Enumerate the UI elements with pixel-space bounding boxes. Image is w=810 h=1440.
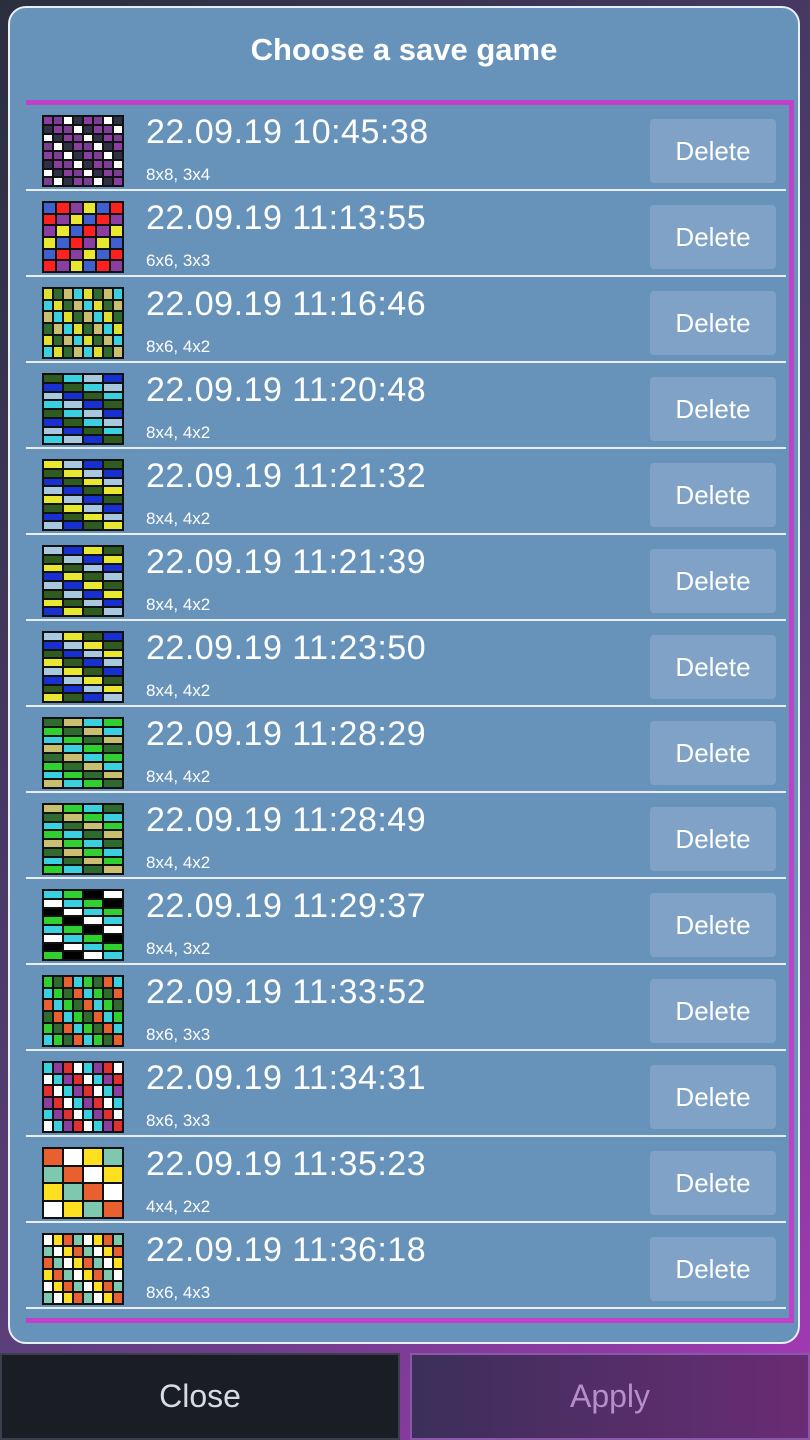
board-thumbnail-icon xyxy=(42,717,124,789)
board-thumbnail-icon xyxy=(42,1061,124,1133)
save-game-row[interactable]: 22.09.19 11:16:46 8x6, 4x2 Delete xyxy=(26,277,786,363)
delete-button[interactable]: Delete xyxy=(650,377,776,441)
board-thumbnail-icon xyxy=(42,1147,124,1219)
save-board-size: 4x4, 2x2 xyxy=(146,1197,211,1216)
save-date: 22.09.19 11:29:37 xyxy=(146,887,427,925)
save-board-size: 8x8, 3x4 xyxy=(146,165,211,184)
board-thumbnail-icon xyxy=(42,115,124,187)
delete-button[interactable]: Delete xyxy=(650,119,776,183)
save-game-row[interactable]: 22.09.19 11:21:32 8x4, 4x2 Delete xyxy=(26,449,786,535)
board-thumbnail-icon xyxy=(42,287,124,359)
save-board-size: 8x4, 4x2 xyxy=(146,509,211,528)
apply-button[interactable]: Apply xyxy=(410,1353,810,1440)
delete-button[interactable]: Delete xyxy=(650,205,776,269)
save-game-row[interactable]: 22.09.19 11:20:48 8x4, 4x2 Delete xyxy=(26,363,786,449)
delete-button[interactable]: Delete xyxy=(650,979,776,1043)
save-game-row[interactable]: 22.09.19 11:36:18 8x6, 4x3 Delete xyxy=(26,1223,786,1309)
save-date: 22.09.19 11:35:23 xyxy=(146,1145,427,1183)
save-game-row[interactable]: 22.09.19 11:35:23 4x4, 2x2 Delete xyxy=(26,1137,786,1223)
delete-button[interactable]: Delete xyxy=(650,463,776,527)
delete-button[interactable]: Delete xyxy=(650,807,776,871)
save-board-size: 8x6, 3x3 xyxy=(146,1111,211,1130)
save-date: 22.09.19 11:13:55 xyxy=(146,199,427,237)
delete-button[interactable]: Delete xyxy=(650,893,776,957)
delete-button[interactable]: Delete xyxy=(650,1237,776,1301)
save-game-row[interactable]: 22.09.19 10:45:38 8x8, 3x4 Delete xyxy=(26,105,786,191)
board-thumbnail-icon xyxy=(42,975,124,1047)
delete-button[interactable]: Delete xyxy=(650,549,776,613)
save-game-row[interactable]: 22.09.19 11:29:37 8x4, 3x2 Delete xyxy=(26,879,786,965)
save-game-row[interactable]: 22.09.19 11:28:49 8x4, 4x2 Delete xyxy=(26,793,786,879)
save-board-size: 8x4, 4x2 xyxy=(146,423,211,442)
save-date: 22.09.19 10:45:38 xyxy=(146,113,429,151)
save-game-row[interactable]: 22.09.19 11:28:29 8x4, 4x2 Delete xyxy=(26,707,786,793)
save-game-dialog: Choose a save game 22.09.19 10:45:38 8x8,… xyxy=(8,6,800,1344)
save-date: 22.09.19 11:36:18 xyxy=(146,1231,427,1269)
save-date: 22.09.19 11:28:49 xyxy=(146,801,427,839)
save-date: 22.09.19 11:16:46 xyxy=(146,285,427,323)
save-date: 22.09.19 11:33:52 xyxy=(146,973,427,1011)
save-board-size: 8x6, 4x3 xyxy=(146,1283,211,1302)
board-thumbnail-icon xyxy=(42,201,124,273)
save-date: 22.09.19 11:23:50 xyxy=(146,629,427,667)
save-date: 22.09.19 11:28:29 xyxy=(146,715,427,753)
delete-button[interactable]: Delete xyxy=(650,721,776,785)
save-game-row[interactable]: 22.09.19 11:34:31 8x6, 3x3 Delete xyxy=(26,1051,786,1137)
board-thumbnail-icon xyxy=(42,803,124,875)
board-thumbnail-icon xyxy=(42,889,124,961)
save-game-row[interactable]: 22.09.19 11:13:55 6x6, 3x3 Delete xyxy=(26,191,786,277)
save-game-row[interactable]: 22.09.19 11:21:39 8x4, 4x2 Delete xyxy=(26,535,786,621)
save-game-row[interactable]: 22.09.19 11:23:50 8x4, 4x2 Delete xyxy=(26,621,786,707)
board-thumbnail-icon xyxy=(42,631,124,703)
save-date: 22.09.19 11:20:48 xyxy=(146,371,427,409)
save-game-list[interactable]: 22.09.19 10:45:38 8x8, 3x4 Delete 22.09.19 … xyxy=(26,100,794,1323)
dialog-footer: Close Apply xyxy=(0,1353,810,1440)
close-button[interactable]: Close xyxy=(0,1353,400,1440)
board-thumbnail-icon xyxy=(42,459,124,531)
save-board-size: 8x4, 4x2 xyxy=(146,767,211,786)
delete-button[interactable]: Delete xyxy=(650,1065,776,1129)
save-game-row[interactable]: 22.09.19 11:33:52 8x6, 3x3 Delete xyxy=(26,965,786,1051)
save-board-size: 6x6, 3x3 xyxy=(146,251,211,270)
save-board-size: 8x4, 4x2 xyxy=(146,595,211,614)
board-thumbnail-icon xyxy=(42,1233,124,1305)
save-board-size: 8x4, 4x2 xyxy=(146,681,211,700)
delete-button[interactable]: Delete xyxy=(650,1151,776,1215)
save-board-size: 8x4, 4x2 xyxy=(146,853,211,872)
save-board-size: 8x6, 3x3 xyxy=(146,1025,211,1044)
save-date: 22.09.19 11:21:39 xyxy=(146,543,427,581)
save-board-size: 8x6, 4x2 xyxy=(146,337,211,356)
board-thumbnail-icon xyxy=(42,373,124,445)
dialog-title: Choose a save game xyxy=(250,32,558,67)
board-thumbnail-icon xyxy=(42,545,124,617)
save-board-size: 8x4, 3x2 xyxy=(146,939,211,958)
save-date: 22.09.19 11:21:32 xyxy=(146,457,427,495)
delete-button[interactable]: Delete xyxy=(650,291,776,355)
delete-button[interactable]: Delete xyxy=(650,635,776,699)
save-date: 22.09.19 11:34:31 xyxy=(146,1059,427,1097)
